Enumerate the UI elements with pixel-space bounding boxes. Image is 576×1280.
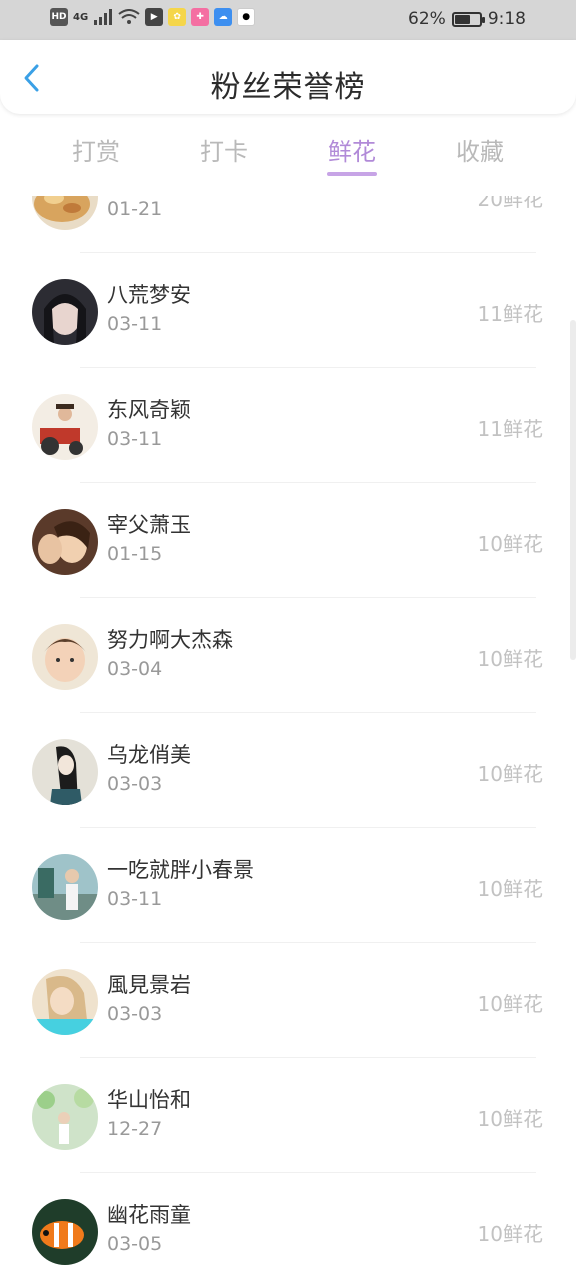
flower-count: 10鲜花 <box>477 762 543 786</box>
signal-type: 4G <box>73 11 89 23</box>
flower-count: 11鲜花 <box>477 417 543 441</box>
flower-count: 10鲜花 <box>477 992 543 1016</box>
fan-name: 乌龙俏美 <box>107 743 191 767</box>
tab-label: 收藏 <box>456 138 504 166</box>
list-item[interactable]: 努力啊大杰森 03-04 10鲜花 <box>0 598 576 713</box>
tab-label: 打赏 <box>72 138 120 166</box>
list-item[interactable]: 宰父萧玉 01-15 10鲜花 <box>0 483 576 598</box>
app-notification-icon: ✚ <box>191 8 210 26</box>
page-title: 粉丝荣誉榜 <box>210 70 366 105</box>
list-item[interactable]: 八荒梦安 03-11 11鲜花 <box>0 253 576 368</box>
hd-icon: HD <box>50 8 68 26</box>
avatar[interactable] <box>32 854 98 920</box>
list-item[interactable]: 風見景岩 03-03 10鲜花 <box>0 943 576 1058</box>
flower-count: 10鲜花 <box>477 647 543 671</box>
fan-name: 东风奇颖 <box>107 398 191 422</box>
flower-count: 10鲜花 <box>477 532 543 556</box>
fan-date: 03-03 <box>107 1003 163 1025</box>
flower-count: 10鲜花 <box>477 877 543 901</box>
tab-checkin[interactable]: 打卡 <box>160 118 288 196</box>
status-bar: HD 4G ▶ ✿ ✚ ☁ ● 62% 9:18 <box>0 0 576 40</box>
tab-reward[interactable]: 打赏 <box>32 118 160 196</box>
tab-bar: 打赏 打卡 鲜花 收藏 <box>0 118 576 196</box>
app-notification-icon: ✿ <box>168 8 187 26</box>
fan-date: 03-04 <box>107 658 163 680</box>
qq-icon: ● <box>237 8 256 26</box>
avatar[interactable] <box>32 624 98 690</box>
header: 粉丝荣誉榜 <box>0 40 576 114</box>
flower-count: 20鲜花 <box>477 196 543 211</box>
tab-label: 打卡 <box>200 138 248 166</box>
list-item[interactable]: 幽花雨童 03-05 10鲜花 <box>0 1173 576 1280</box>
fan-name: 風見景岩 <box>107 973 191 997</box>
cloud-icon: ☁ <box>214 8 233 26</box>
fan-date: 03-11 <box>107 313 163 335</box>
avatar[interactable] <box>32 1084 98 1150</box>
avatar[interactable] <box>32 969 98 1035</box>
avatar[interactable] <box>32 1199 98 1265</box>
signal-icon <box>94 9 113 25</box>
avatar[interactable] <box>32 509 98 575</box>
fan-date: 03-11 <box>107 428 163 450</box>
list-item[interactable]: 华山怡和 12-27 10鲜花 <box>0 1058 576 1173</box>
flower-count: 11鲜花 <box>477 302 543 326</box>
app-notification-icon: ▶ <box>145 8 164 26</box>
tab-favorites[interactable]: 收藏 <box>416 118 544 196</box>
tab-flowers[interactable]: 鲜花 <box>288 118 416 196</box>
avatar[interactable] <box>32 739 98 805</box>
battery-icon <box>451 11 485 27</box>
avatar[interactable] <box>32 196 98 230</box>
fan-name: 幽花雨童 <box>107 1203 191 1227</box>
tab-label: 鲜花 <box>328 138 376 166</box>
fan-date: 12-27 <box>107 1118 163 1140</box>
wifi-icon <box>118 9 140 24</box>
fan-name: 努力啊大杰森 <box>107 628 233 652</box>
fan-date: 03-05 <box>107 1233 163 1255</box>
fan-name: 华山怡和 <box>107 1088 191 1112</box>
list-item[interactable]: 乌龙俏美 03-03 10鲜花 <box>0 713 576 828</box>
avatar[interactable] <box>32 394 98 460</box>
flower-count: 10鲜花 <box>477 1107 543 1131</box>
fan-name: 一吃就胖小春景 <box>107 858 254 882</box>
fan-date: 03-03 <box>107 773 163 795</box>
fan-name: 宰父萧玉 <box>107 513 191 537</box>
battery-percent: 62% <box>408 9 446 29</box>
avatar[interactable] <box>32 279 98 345</box>
tab-active-indicator <box>327 172 377 176</box>
fan-date: 01-15 <box>107 543 163 565</box>
list-item[interactable]: 东风奇颖 03-11 11鲜花 <box>0 368 576 483</box>
fan-list: 01-21 20鲜花 八荒梦安 03-11 11鲜花 东风奇颖 03-11 11鲜花 宰父萧玉 0… <box>0 196 576 1280</box>
list-item[interactable]: 一吃就胖小春景 03-11 10鲜花 <box>0 828 576 943</box>
fan-name: 八荒梦安 <box>107 283 191 307</box>
list-item[interactable]: 01-21 20鲜花 <box>0 196 576 253</box>
fan-date: 01-21 <box>107 198 163 220</box>
status-right: 62% 9:18 <box>408 9 526 29</box>
flower-count: 10鲜花 <box>477 1222 543 1246</box>
fan-date: 03-11 <box>107 888 163 910</box>
clock: 9:18 <box>487 9 526 29</box>
status-left: HD 4G ▶ ✿ ✚ ☁ ● <box>50 8 256 26</box>
scrollbar[interactable] <box>570 320 576 660</box>
